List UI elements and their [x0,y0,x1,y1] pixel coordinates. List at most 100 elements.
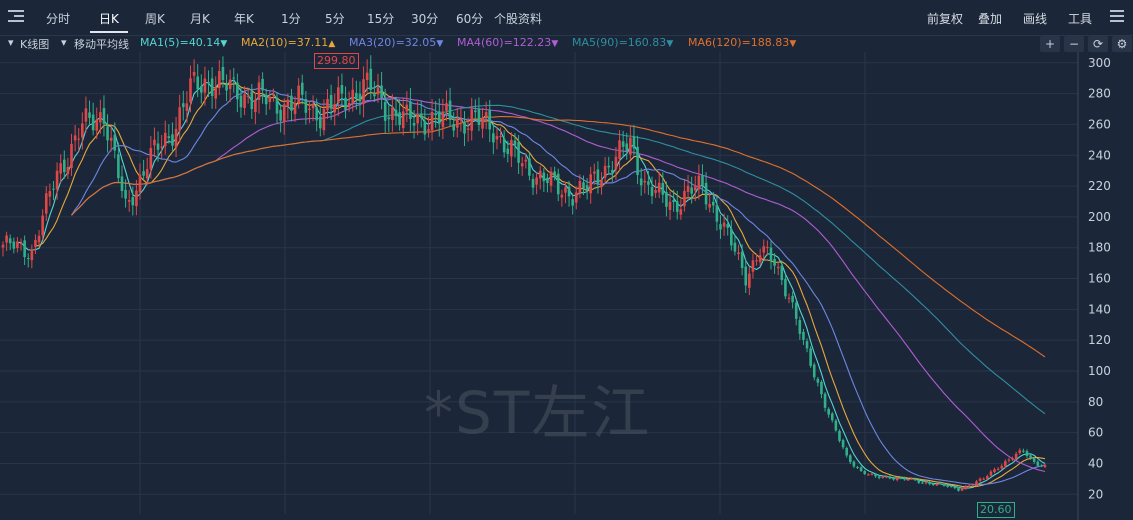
chevron-down-icon[interactable]: ▾ [8,36,14,49]
candle [520,156,524,176]
candle-body [214,87,218,99]
tab-1[interactable]: 日K [99,10,119,27]
collapse-menu-icon[interactable] [1110,10,1124,24]
overlay-button[interactable]: 叠加 [978,10,1002,27]
candle [780,260,784,286]
draw-button[interactable]: 画线 [1023,10,1047,27]
candle-body [455,119,459,128]
tab-3[interactable]: 月K [190,10,210,27]
candle-body [409,101,412,119]
candle-body [297,85,300,103]
menu-icon[interactable] [8,10,24,24]
candle-body [84,108,88,122]
candle-body [185,103,189,111]
tab-0[interactable]: 分时 [46,10,70,27]
tab-4[interactable]: 年K [234,10,254,27]
candle-body [942,484,946,486]
candle-body [993,469,996,473]
candle [181,90,185,121]
candle [542,168,546,192]
candle [921,481,924,484]
tab-9[interactable]: 60分 [456,10,483,27]
candle-body [109,137,113,141]
candle-body [62,159,66,173]
candle-body [228,79,232,89]
tools-button[interactable]: 工具 [1068,10,1092,27]
candle-body [773,258,776,266]
candle [1007,457,1011,463]
candle-body [693,186,697,191]
kline-selector[interactable]: K线图 [20,36,49,52]
candle-body [517,142,520,163]
candle-body [661,183,665,195]
tab-6[interactable]: 5分 [325,10,345,27]
candle [838,429,841,443]
y-tick-label: 20 [1088,487,1103,501]
candle-body [823,393,827,408]
candle [358,81,362,115]
candle [254,92,257,125]
candle-body [582,182,585,189]
candle-body [362,79,365,104]
candle [996,467,1000,471]
candle-body [607,165,611,168]
ma-trend-arrow: ▼ [666,39,674,49]
candle-body [221,67,225,81]
candle [528,152,531,181]
candle-body [445,103,448,111]
tab-7[interactable]: 15分 [367,10,394,27]
candle-body [571,199,574,206]
candle-body [499,136,502,138]
zoom-out-button[interactable]: − [1064,36,1084,52]
candle [654,179,657,199]
candle-body [315,107,318,121]
candle-body [593,171,596,174]
candle [1025,449,1029,459]
candle-body [70,143,73,168]
candle [657,172,661,199]
candle-body [257,82,261,101]
candle-body [5,235,8,243]
tab-2[interactable]: 周K [145,10,165,27]
adjust-button[interactable]: 前复权 [927,10,963,27]
ma-selector[interactable]: 移动平均线 [74,36,129,52]
candle [203,66,207,106]
settings-icon[interactable]: ⚙ [1112,36,1132,52]
ma-legend-value: MA1(5)=40.14 [140,36,221,49]
refresh-icon[interactable]: ⟳ [1088,36,1108,52]
candle-body [802,331,805,340]
candle-body [611,170,614,173]
candle [546,173,549,193]
candle-body [1040,465,1043,467]
candle-body [697,175,701,190]
ma-legend-value: MA6(120)=188.83 [688,36,790,49]
top-toolbar: 分时 日K 周K 月K 年K 1分 5分 15分 30分 60分 个股资料 前复权 叠加 画线 工具 [0,0,1133,36]
candle-body [448,100,452,120]
y-tick-label: 280 [1088,87,1111,101]
tab-8[interactable]: 30分 [411,10,438,27]
tab-5[interactable]: 1分 [281,10,301,27]
candle-body [459,119,463,121]
chevron-down-icon[interactable]: ▾ [61,36,67,49]
candle-body [546,177,549,184]
candle-body [892,478,895,480]
candle-body [120,176,124,192]
candle-body [470,109,474,131]
tab-10[interactable]: 个股资料 [494,10,542,27]
candle-body [243,94,246,108]
candle-body [949,486,953,488]
candle-body [502,138,506,153]
zoom-in-button[interactable]: + [1040,36,1060,52]
candle-body [672,200,675,203]
candle [120,165,124,198]
candle-body [520,163,524,167]
candle [993,467,996,474]
ma-trend-arrow: ▲ [328,39,336,49]
candle-body [163,132,167,147]
candle [495,126,499,150]
candle [445,90,448,121]
candle-body [917,480,921,483]
candle-body [1029,455,1032,458]
candle [607,156,611,175]
candle [830,411,834,423]
